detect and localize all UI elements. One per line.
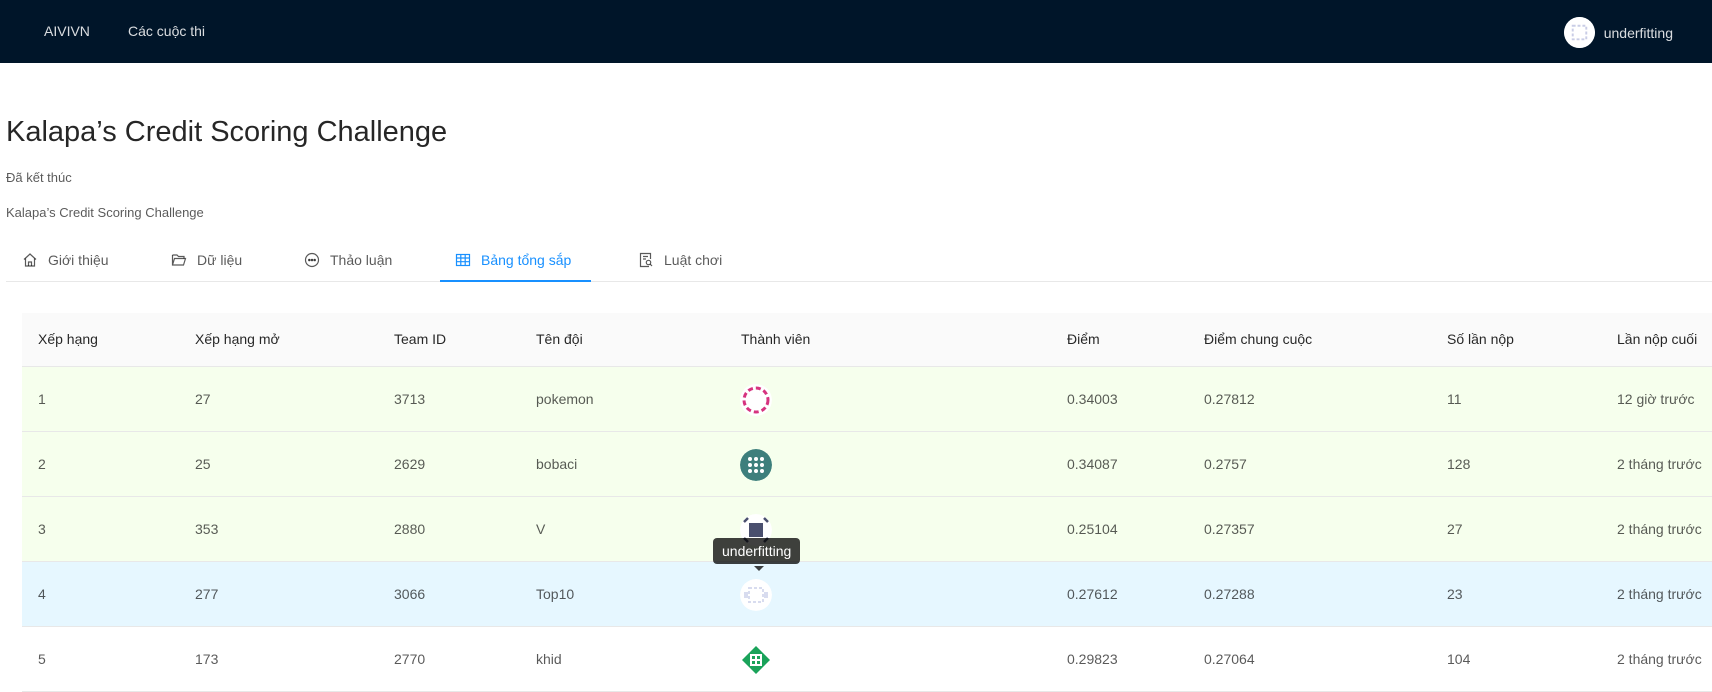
- column-header-open-rank: Xếp hạng mở: [195, 331, 280, 347]
- open-rank-cell: 25: [195, 456, 211, 472]
- column-header-submissions: Số lần nộp: [1447, 331, 1514, 347]
- folder-open-icon: [171, 254, 187, 266]
- tab-discussion[interactable]: Thảo luận: [304, 252, 392, 268]
- team-id-cell: 3066: [394, 586, 426, 602]
- submissions-cell: 27: [1447, 521, 1463, 537]
- score-cell: 0.29823: [1067, 651, 1118, 667]
- user-avatar: [1563, 17, 1595, 48]
- nav-contests-link[interactable]: Các cuộc thi: [128, 23, 205, 39]
- member-avatar[interactable]: [740, 579, 772, 611]
- final-score-cell: 0.27288: [1204, 586, 1255, 602]
- table-row: 5 173 2770 khid 0.29823 0.27064 104 2 th…: [22, 627, 1712, 692]
- submissions-cell: 128: [1447, 456, 1471, 472]
- last-submission-cell: 12 giờ trước: [1617, 391, 1695, 407]
- team-id-cell: 2770: [394, 651, 426, 667]
- contest-subtitle: Kalapa’s Credit Scoring Challenge: [6, 205, 204, 220]
- user-menu[interactable]: underfitting: [1563, 17, 1673, 48]
- tab-leaderboard-label: Bảng tổng sắp: [481, 252, 572, 268]
- column-header-team-name: Tên đội: [536, 331, 583, 347]
- tab-rules-label: Luật chơi: [664, 252, 723, 268]
- tab-leaderboard[interactable]: Bảng tổng sắp: [455, 252, 571, 268]
- file-search-icon: [639, 252, 653, 268]
- team-id-cell: 2880: [394, 521, 426, 537]
- last-submission-cell: 2 tháng trước: [1617, 651, 1702, 667]
- tab-data-label: Dữ liệu: [197, 252, 243, 268]
- rank-cell: 1: [38, 391, 46, 407]
- rank-cell: 4: [38, 586, 46, 602]
- last-submission-cell: 2 tháng trước: [1617, 521, 1702, 537]
- column-header-members: Thành viên: [741, 331, 811, 347]
- open-rank-cell: 173: [195, 651, 219, 667]
- open-rank-cell: 353: [195, 521, 219, 537]
- tab-intro-label: Giới thiệu: [48, 252, 109, 268]
- rank-cell: 2: [38, 456, 46, 472]
- final-score-cell: 0.27064: [1204, 651, 1255, 667]
- score-cell: 0.34003: [1067, 391, 1118, 407]
- tab-rules[interactable]: Luật chơi: [638, 252, 722, 268]
- team-id-cell: 2629: [394, 456, 426, 472]
- top-navbar: AIVIVN Các cuộc thi underfitting: [0, 0, 1712, 63]
- score-cell: 0.27612: [1067, 586, 1118, 602]
- member-tooltip: underfitting: [713, 538, 801, 564]
- tab-discussion-label: Thảo luận: [330, 252, 393, 268]
- contest-status: Đã kết thúc: [6, 170, 72, 185]
- team-name-cell: pokemon: [536, 391, 594, 407]
- table-row: 3 353 2880 V 0.25104 0.27357 27 2 tháng …: [22, 497, 1712, 562]
- team-name-cell: khid: [536, 651, 562, 667]
- submissions-cell: 23: [1447, 586, 1463, 602]
- last-submission-cell: 2 tháng trước: [1617, 586, 1702, 602]
- team-name-cell: bobaci: [536, 456, 578, 472]
- submissions-cell: 104: [1447, 651, 1471, 667]
- score-cell: 0.34087: [1067, 456, 1118, 472]
- tab-bar: Giới thiệu Dữ liệu Thảo luận Bảng tổng s…: [6, 242, 1712, 282]
- tab-data[interactable]: Dữ liệu: [171, 252, 242, 268]
- rank-cell: 5: [38, 651, 46, 667]
- page-title: Kalapa’s Credit Scoring Challenge: [6, 116, 448, 148]
- message-icon: [304, 252, 320, 268]
- table-row: 1 27 3713 pokemon 0.34003 0.27812 11 12 …: [22, 367, 1712, 432]
- member-avatar[interactable]: [740, 644, 772, 676]
- last-submission-cell: 2 tháng trước: [1617, 456, 1702, 472]
- member-avatar[interactable]: [740, 384, 772, 416]
- nav-home-link[interactable]: AIVIVN: [44, 23, 90, 39]
- rank-cell: 3: [38, 521, 46, 537]
- final-score-cell: 0.2757: [1204, 456, 1247, 472]
- table-icon: [455, 253, 471, 267]
- column-header-score: Điểm: [1067, 331, 1100, 347]
- leaderboard-table: Xếp hạng Xếp hạng mở Team ID Tên đội Thà…: [22, 313, 1712, 692]
- table-row: 2 25 2629 bobaci 0.34087 0.2757 128 2 th…: [22, 432, 1712, 497]
- column-header-last-submission: Lần nộp cuối: [1617, 331, 1698, 347]
- team-name-cell: Top10: [536, 586, 575, 602]
- active-tab-indicator: [440, 280, 591, 282]
- score-cell: 0.25104: [1067, 521, 1118, 537]
- column-header-final-score: Điểm chung cuộc: [1204, 331, 1313, 347]
- user-name: underfitting: [1603, 24, 1673, 41]
- tooltip-arrow: [754, 566, 764, 571]
- table-row-current-user: 4 277 3066 Top10 0.27612 0.27288 23 2 th…: [22, 562, 1712, 627]
- home-icon: [23, 253, 37, 267]
- team-name-cell: V: [536, 521, 546, 537]
- tab-intro[interactable]: Giới thiệu: [22, 252, 109, 268]
- member-avatar[interactable]: [740, 449, 772, 481]
- final-score-cell: 0.27357: [1204, 521, 1255, 537]
- open-rank-cell: 27: [195, 391, 211, 407]
- column-header-team-id: Team ID: [394, 331, 447, 347]
- final-score-cell: 0.27812: [1204, 391, 1255, 407]
- column-header-rank: Xếp hạng: [38, 331, 98, 347]
- table-header: Xếp hạng Xếp hạng mở Team ID Tên đội Thà…: [22, 313, 1712, 367]
- submissions-cell: 11: [1447, 391, 1462, 407]
- team-id-cell: 3713: [394, 391, 426, 407]
- open-rank-cell: 277: [195, 586, 219, 602]
